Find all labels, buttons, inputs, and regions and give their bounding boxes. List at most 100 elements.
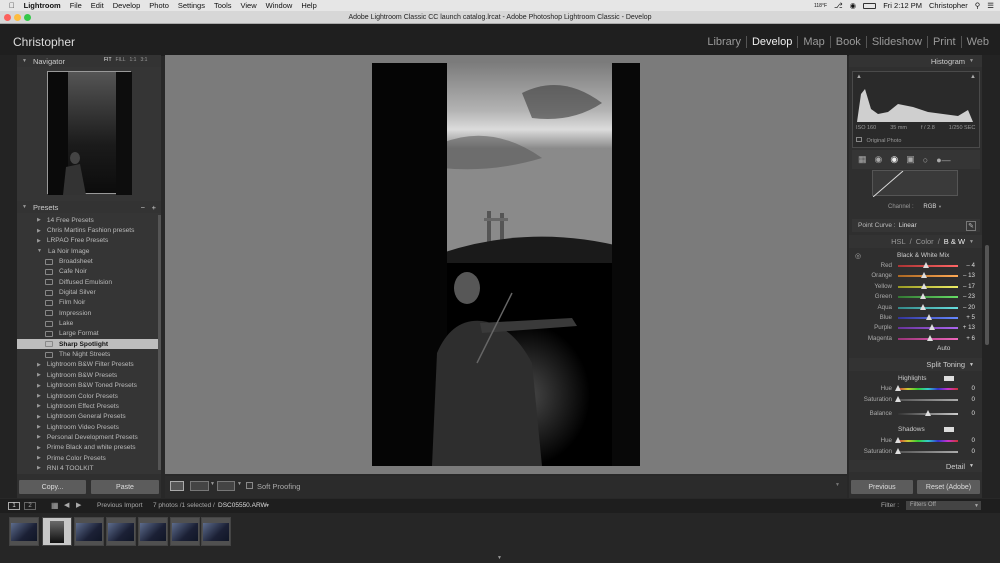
slider-value[interactable]: + 13 [963,324,975,331]
tab-hsl[interactable]: HSL [891,237,906,246]
filter-select[interactable]: Filters Off [906,501,981,510]
slider-knob[interactable] [928,324,935,331]
zoom-1-1[interactable]: 1:1 [130,57,137,63]
filmstrip-thumb[interactable] [138,517,168,546]
back-arrow-icon[interactable]: ◀ [64,501,69,509]
preset-item[interactable]: Diffused Emulsion [17,277,161,287]
wifi-icon[interactable]: ◉ [850,1,857,10]
highlights-color-swatch[interactable] [944,376,954,381]
preset-folder[interactable]: ▶ Prime Black and white presets [17,443,161,453]
spot-removal-icon[interactable]: ◉ [875,154,883,165]
preset-folder[interactable]: ▶ Lightroom Color Presets [17,391,161,401]
preset-folder[interactable]: ▶ Lightroom B&W Filter Presets [17,360,161,370]
edit-point-curve-icon[interactable]: ✎ [966,220,976,231]
chevron-down-icon[interactable]: ▼ [938,204,942,209]
plus-icon[interactable]: + [152,203,156,212]
shadows-color-swatch[interactable] [944,427,954,432]
slider-knob[interactable] [895,437,901,443]
preset-folder[interactable]: ▶ Lightroom B&W Toned Presets [17,381,161,391]
right-panel-scrollbar[interactable] [982,55,1000,498]
preset-item[interactable]: Sharp Spotlight [17,339,161,350]
slider-knob[interactable] [920,282,927,289]
chevron-down-icon[interactable]: ▼ [237,481,242,487]
slider-value[interactable]: 0 [972,385,975,392]
filmstrip-filename[interactable]: DSC05550.ARW [218,502,267,509]
menu-view[interactable]: View [241,1,257,10]
navigator-preview[interactable] [47,71,132,195]
radial-filter-icon[interactable]: ○ [923,155,928,165]
tab-color[interactable]: Color [916,237,934,246]
preset-item[interactable]: Broadsheet [17,256,161,266]
slider-value[interactable]: + 5 [966,314,975,321]
copy-button[interactable]: Copy... [19,480,86,494]
original-photo-checkbox[interactable] [856,137,862,142]
module-print[interactable]: Print [926,36,961,48]
apple-icon[interactable]:  [9,1,15,10]
chevron-down-icon[interactable]: ▼ [974,503,979,509]
adjustment-brush-icon[interactable]: ●— [936,155,950,165]
slider-value[interactable]: 0 [972,448,975,455]
slider-value[interactable]: 0 [972,410,975,417]
minimize-window-button[interactable] [14,14,21,21]
slider-track[interactable] [898,296,958,299]
tab-bw[interactable]: B & W [944,237,965,246]
slider-track[interactable] [898,451,958,453]
zoom-3-1[interactable]: 3:1 [140,57,147,63]
preset-item[interactable]: Film Noir [17,298,161,308]
chevron-down-icon[interactable]: ▼ [265,503,270,509]
module-slideshow[interactable]: Slideshow [865,36,927,48]
module-map[interactable]: Map [797,36,829,48]
slider-knob[interactable] [895,385,901,391]
minus-icon[interactable]: − [141,203,145,212]
slider-value[interactable]: – 13 [963,272,975,279]
preset-folder[interactable]: ▶ Lightroom General Presets [17,412,161,422]
preset-folder[interactable]: ▶ Prime Color Presets [17,453,161,463]
filmstrip-thumb[interactable] [74,517,104,546]
targeted-adjustment-icon[interactable]: ◎ [855,252,861,260]
crop-icon[interactable]: ▦ [858,154,867,165]
preset-folder[interactable]: ▶ Personal Development Presets [17,432,161,442]
filmstrip-thumb[interactable] [106,517,136,546]
module-library[interactable]: Library [702,36,746,48]
battery-icon[interactable] [863,2,877,9]
previous-button[interactable]: Previous [851,480,913,494]
graduated-filter-icon[interactable]: ▣ [906,154,915,165]
slider-value[interactable]: 0 [972,396,975,403]
loupe-view-icon[interactable] [170,481,184,491]
module-develop[interactable]: Develop [745,36,797,48]
slider-value[interactable]: 0 [972,437,975,444]
red-eye-icon[interactable]: ◉ [890,154,898,165]
preset-folder[interactable]: ▶ Lightroom Video Presets [17,422,161,432]
filmstrip-thumb[interactable] [170,517,200,546]
slider-knob[interactable] [926,314,933,320]
paste-button[interactable]: Paste [91,480,159,494]
module-web[interactable]: Web [960,36,994,48]
preset-folder[interactable]: ▼ La Noir Image [17,246,161,256]
menu-develop[interactable]: Develop [113,1,141,10]
preset-item[interactable]: Large Format [17,329,161,339]
menu-tools[interactable]: Tools [214,1,232,10]
slider-knob[interactable] [895,396,901,402]
preset-folder[interactable]: ▶ LRPAO Free Presets [17,236,161,246]
preset-folder[interactable]: ▶ Lightroom B&W Presets [17,370,161,380]
split-toning-header[interactable]: Split Toning ▼ [849,358,982,371]
preset-item[interactable]: Impression [17,308,161,318]
before-after-icon[interactable] [190,481,209,491]
slider-value[interactable]: – 20 [963,304,975,311]
zoom-window-button[interactable] [24,14,31,21]
filmstrip-page-2[interactable]: 2 [24,502,36,510]
menu-window[interactable]: Window [266,1,293,10]
clip-highlights-icon[interactable]: ▲ [970,74,976,80]
zoom-fill[interactable]: FILL [116,57,126,63]
scroll-thumb[interactable] [985,245,989,345]
menu-file[interactable]: File [70,1,82,10]
bluetooth-icon[interactable]: ⎇ [834,1,843,10]
histogram-header[interactable]: Histogram ▼ [849,55,982,67]
preset-item[interactable]: Digital Silver [17,287,161,297]
slider-knob[interactable] [926,334,933,341]
filmstrip-thumb[interactable] [9,517,39,546]
slider-knob[interactable] [923,262,930,268]
slider-track[interactable] [898,285,958,288]
slider-track[interactable] [898,306,958,309]
tone-curve-graph[interactable] [872,170,958,198]
